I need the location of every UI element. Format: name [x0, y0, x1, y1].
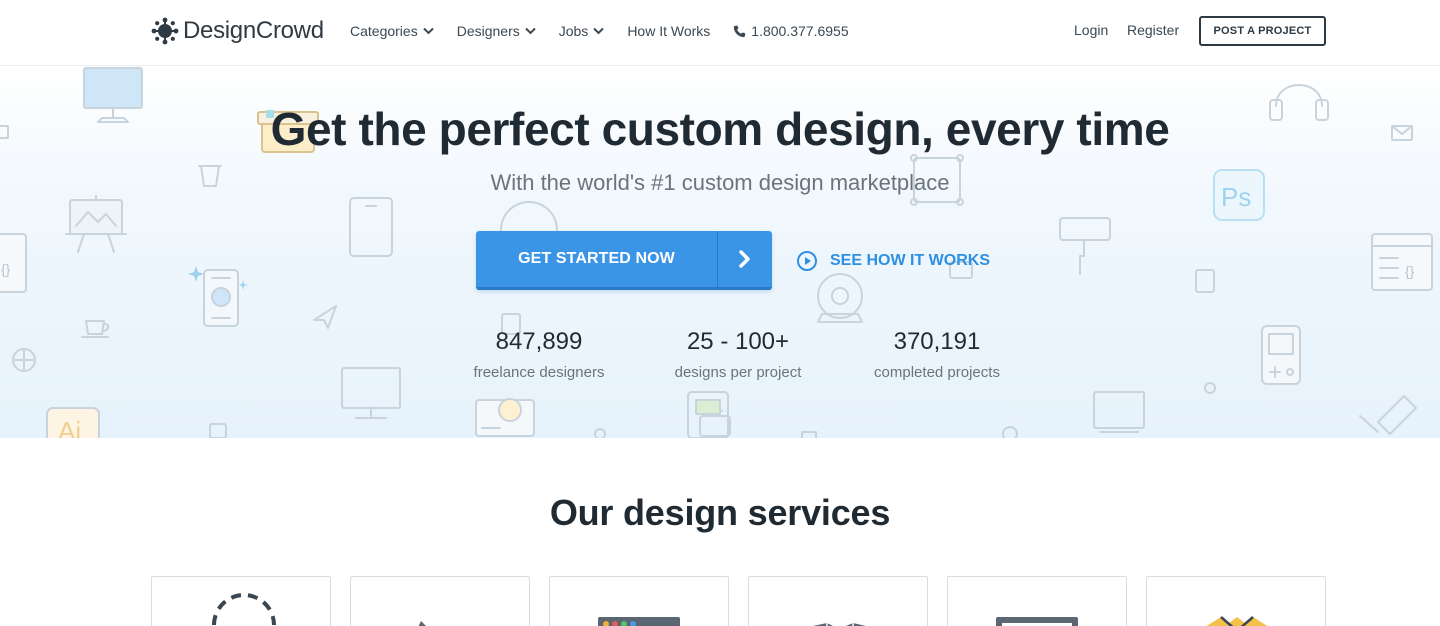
nav-item-designers[interactable]: Designers	[457, 23, 536, 39]
chevron-right-icon	[739, 250, 750, 268]
tshirt-icon	[1206, 616, 1268, 626]
nav-item-label: Designers	[456, 23, 520, 39]
nav-item-label: Jobs	[558, 23, 589, 39]
stat-value: 25 - 100+	[686, 328, 790, 355]
service-card-tshirt-design[interactable]	[1146, 576, 1326, 626]
stat-label: designs per project	[674, 364, 802, 381]
nav-item-label: How It Works	[627, 23, 711, 39]
tool-icon	[1359, 395, 1417, 435]
logo-design-icon	[212, 593, 276, 626]
pen-tool-icon	[418, 621, 426, 626]
coffee-cup-icon	[81, 320, 110, 338]
illustrator-file-icon: Ai	[46, 407, 100, 438]
see-how-it-works-label: SEE HOW IT WORKS	[830, 252, 990, 269]
easel-icon	[65, 195, 127, 253]
monitor-print-icon	[996, 617, 1078, 626]
chevron-down-icon	[422, 27, 434, 35]
svg-text:Ai: Ai	[58, 416, 81, 438]
stat-label: completed projects	[874, 364, 1000, 381]
tablet-icon	[349, 197, 393, 257]
stat-value: 370,191	[893, 328, 981, 355]
register-link[interactable]: Register	[1127, 22, 1179, 38]
note-icon	[1195, 269, 1215, 293]
stat-designs-per-project: 25 - 100+ designs per project	[638, 328, 838, 381]
nav-item-categories[interactable]: Categories	[350, 23, 434, 39]
paper-plane-icon	[313, 305, 337, 329]
hero-section: {} Ai Ps {} Get the perfect custom desig…	[0, 66, 1440, 438]
hero-title: Get the perfect custom design, every tim…	[270, 103, 1170, 155]
play-circle-icon	[797, 251, 817, 271]
post-project-button[interactable]: POST A PROJECT	[1199, 16, 1326, 46]
stat-value: 847,899	[495, 328, 583, 355]
mobile-icon	[203, 269, 239, 327]
site-header: DesignCrowd Categories Designers Jobs Ho…	[0, 0, 1440, 66]
paint-roller-icon	[1059, 217, 1111, 275]
services-title: Our design services	[549, 492, 891, 533]
stat-freelance-designers: 847,899 freelance designers	[439, 328, 639, 381]
see-how-it-works-link[interactable]: SEE HOW IT WORKS	[796, 249, 990, 273]
stat-label: freelance designers	[473, 364, 605, 381]
brochure-icon	[813, 623, 866, 626]
get-started-button[interactable]: GET STARTED NOW	[476, 231, 772, 290]
chevron-down-icon	[593, 27, 605, 35]
chevron-down-icon	[525, 27, 536, 35]
phone-number-link[interactable]: 1.800.377.6955	[733, 23, 849, 39]
svg-text:{}: {}	[1405, 263, 1415, 279]
service-card-web-design[interactable]	[350, 576, 530, 626]
nav-item-label: Categories	[350, 23, 418, 39]
webcam-icon	[817, 273, 863, 323]
stat-completed-projects: 370,191 completed projects	[837, 328, 1037, 381]
cta-arrow-segment	[717, 231, 772, 287]
service-card-logo-design[interactable]	[151, 576, 331, 626]
service-card-brochure-design[interactable]	[748, 576, 928, 626]
game-console-icon	[1261, 325, 1301, 385]
hero-subtitle: With the world's #1 custom design market…	[490, 170, 950, 195]
code-window-icon: {}	[1371, 233, 1433, 291]
code-window-icon: {}	[0, 233, 27, 293]
monitor-icon	[1093, 391, 1145, 433]
splat-logo-icon	[151, 17, 179, 45]
ball-icon	[12, 348, 36, 372]
desktop-icon	[341, 367, 401, 419]
phone-icon	[734, 25, 746, 37]
svg-text:{}: {}	[1, 261, 11, 277]
service-card-website-design[interactable]	[549, 576, 729, 626]
nav-item-how-it-works[interactable]: How It Works	[627, 23, 710, 39]
camera-icon	[475, 398, 535, 437]
brand-logo[interactable]: DesignCrowd	[151, 15, 324, 47]
nav-item-jobs[interactable]: Jobs	[559, 23, 605, 39]
browser-window-icon	[598, 617, 680, 626]
login-link[interactable]: Login	[1074, 22, 1108, 38]
service-card-print-design[interactable]	[947, 576, 1127, 626]
brand-name: DesignCrowd	[183, 17, 324, 44]
main-nav: Categories Designers Jobs How It Works 1…	[350, 0, 872, 62]
phone-number: 1.800.377.6955	[751, 23, 849, 39]
get-started-label: GET STARTED NOW	[518, 250, 675, 267]
